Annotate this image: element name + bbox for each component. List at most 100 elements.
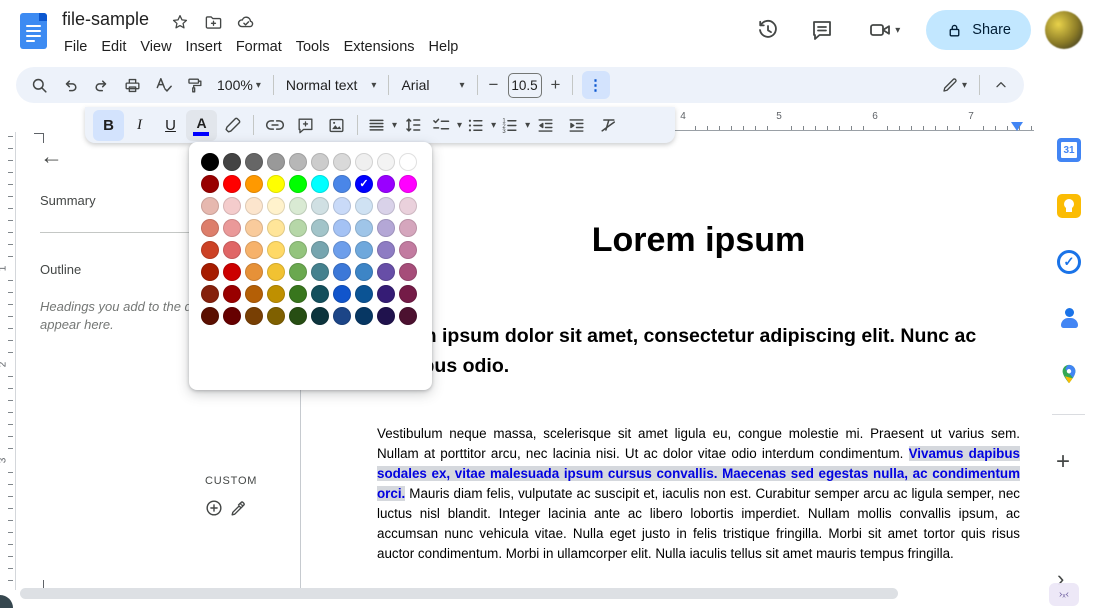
add-custom-color-button[interactable] xyxy=(203,497,225,519)
color-swatch[interactable] xyxy=(267,241,285,259)
color-swatch[interactable] xyxy=(377,153,395,171)
color-swatch[interactable] xyxy=(289,219,307,237)
color-swatch[interactable] xyxy=(399,175,417,193)
vertical-ruler[interactable]: 123 xyxy=(0,132,16,592)
increase-indent-button[interactable] xyxy=(561,110,592,141)
highlight-color-button[interactable] xyxy=(217,110,248,141)
color-swatch[interactable] xyxy=(355,241,373,259)
eyedropper-button[interactable] xyxy=(227,497,249,519)
color-swatch[interactable] xyxy=(311,219,329,237)
color-swatch[interactable] xyxy=(201,241,219,259)
color-swatch[interactable] xyxy=(333,219,351,237)
font-family-select[interactable]: Arial▾ xyxy=(394,77,471,93)
color-swatch[interactable] xyxy=(311,307,329,325)
color-swatch[interactable] xyxy=(399,153,417,171)
menu-file[interactable]: File xyxy=(57,36,94,58)
text-color-button[interactable]: A xyxy=(186,110,217,141)
font-size-input[interactable]: 10.5 xyxy=(508,73,542,98)
color-swatch[interactable] xyxy=(245,219,263,237)
color-swatch[interactable] xyxy=(333,153,351,171)
color-swatch[interactable] xyxy=(245,197,263,215)
bold-button[interactable]: B xyxy=(93,110,124,141)
color-swatch[interactable] xyxy=(245,307,263,325)
spell-check-button[interactable] xyxy=(148,70,179,101)
version-history-button[interactable] xyxy=(748,10,788,50)
menu-extensions[interactable]: Extensions xyxy=(337,36,422,58)
color-swatch[interactable] xyxy=(355,285,373,303)
color-swatch[interactable] xyxy=(223,153,241,171)
color-swatch[interactable] xyxy=(355,307,373,325)
color-swatch[interactable] xyxy=(223,263,241,281)
checklist-button[interactable] xyxy=(428,110,454,141)
color-swatch[interactable] xyxy=(311,285,329,303)
more-toolbar-button[interactable]: ⋮ xyxy=(582,71,610,99)
keep-icon[interactable] xyxy=(1056,193,1082,219)
search-menus-button[interactable] xyxy=(24,70,55,101)
color-swatch[interactable] xyxy=(311,197,329,215)
color-swatch[interactable] xyxy=(289,285,307,303)
color-swatch[interactable] xyxy=(355,219,373,237)
color-swatch[interactable] xyxy=(201,197,219,215)
underline-button[interactable]: U xyxy=(155,110,186,141)
color-swatch[interactable] xyxy=(289,197,307,215)
document-paragraph[interactable]: Vestibulum neque massa, scelerisque sit … xyxy=(377,424,1020,564)
color-swatch[interactable] xyxy=(399,219,417,237)
document-heading-title[interactable]: Lorem ipsum xyxy=(377,221,1020,260)
star-icon[interactable] xyxy=(170,12,190,32)
menu-tools[interactable]: Tools xyxy=(289,36,337,58)
color-swatch[interactable] xyxy=(201,153,219,171)
menu-edit[interactable]: Edit xyxy=(94,36,133,58)
color-swatch[interactable] xyxy=(333,197,351,215)
color-swatch[interactable] xyxy=(267,263,285,281)
join-call-button[interactable]: ▾ xyxy=(856,10,912,50)
color-swatch[interactable] xyxy=(245,175,263,193)
redo-button[interactable] xyxy=(86,70,117,101)
color-swatch[interactable] xyxy=(223,307,241,325)
tasks-icon[interactable]: ✓ xyxy=(1056,249,1082,275)
color-swatch[interactable] xyxy=(311,241,329,259)
docs-logo-icon[interactable] xyxy=(20,13,47,49)
hide-menus-button[interactable] xyxy=(985,70,1016,101)
color-swatch[interactable] xyxy=(289,175,307,193)
color-swatch[interactable] xyxy=(377,285,395,303)
color-swatch[interactable] xyxy=(289,241,307,259)
document-title-input[interactable]: file-sample xyxy=(62,9,149,30)
contacts-icon[interactable] xyxy=(1056,305,1082,331)
color-swatch[interactable] xyxy=(267,153,285,171)
explore-corner-button[interactable] xyxy=(0,595,13,608)
share-button[interactable]: Share xyxy=(926,10,1031,50)
color-swatch[interactable] xyxy=(355,153,373,171)
color-swatch[interactable] xyxy=(245,153,263,171)
color-swatch[interactable] xyxy=(333,175,351,193)
menu-view[interactable]: View xyxy=(133,36,178,58)
color-swatch[interactable] xyxy=(223,241,241,259)
align-button[interactable] xyxy=(363,110,389,141)
zoom-select[interactable]: 100%▾ xyxy=(210,77,268,93)
color-swatch[interactable] xyxy=(377,241,395,259)
comments-button[interactable] xyxy=(802,10,842,50)
color-swatch[interactable] xyxy=(399,197,417,215)
color-swatch[interactable] xyxy=(289,263,307,281)
horizontal-scrollbar[interactable] xyxy=(20,588,898,599)
avatar[interactable] xyxy=(1045,11,1083,49)
calendar-icon[interactable]: 31 xyxy=(1056,137,1082,163)
italic-button[interactable]: I xyxy=(124,110,155,141)
color-swatch[interactable] xyxy=(267,197,285,215)
color-swatch[interactable] xyxy=(201,307,219,325)
decrease-indent-button[interactable] xyxy=(530,110,561,141)
color-swatch[interactable] xyxy=(289,153,307,171)
color-swatch[interactable] xyxy=(201,175,219,193)
insert-image-button[interactable] xyxy=(321,110,352,141)
color-swatch[interactable] xyxy=(377,307,395,325)
clear-formatting-button[interactable] xyxy=(592,110,623,141)
color-swatch[interactable] xyxy=(267,219,285,237)
color-swatch[interactable] xyxy=(201,263,219,281)
color-swatch[interactable] xyxy=(311,263,329,281)
color-swatch[interactable] xyxy=(399,241,417,259)
numbered-list-button[interactable]: 123 xyxy=(496,110,522,141)
move-folder-icon[interactable] xyxy=(203,12,223,32)
color-swatch[interactable] xyxy=(311,153,329,171)
color-swatch[interactable] xyxy=(245,241,263,259)
color-swatch[interactable] xyxy=(311,175,329,193)
decrease-font-size-button[interactable]: − xyxy=(483,71,505,99)
